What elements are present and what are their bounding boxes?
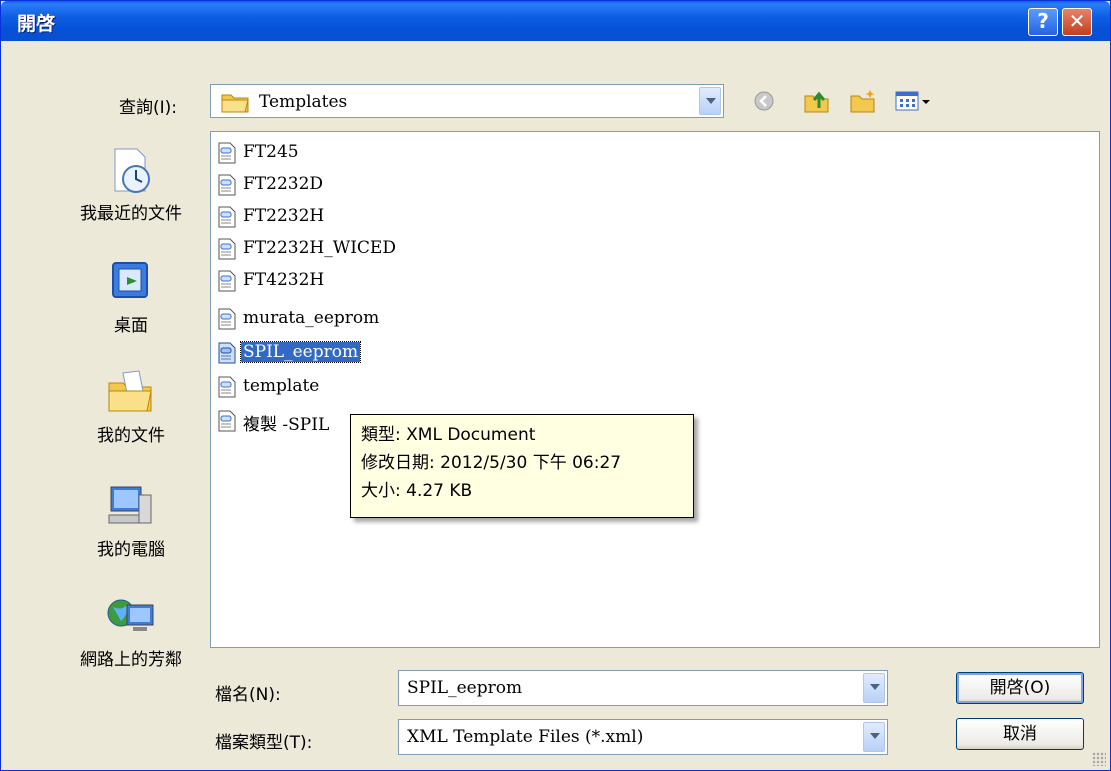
- filetype-dropdown-button[interactable]: [863, 722, 885, 752]
- place-label: 網路上的芳鄰: [80, 650, 182, 670]
- filename-dropdown-button[interactable]: [863, 673, 885, 703]
- xml-file-icon: [218, 174, 236, 196]
- back-icon[interactable]: [751, 88, 779, 114]
- filetype-label: 檔案類型(T):: [215, 733, 313, 753]
- my-documents-icon: [108, 370, 152, 412]
- close-button[interactable]: ✕: [1062, 8, 1092, 36]
- open-button[interactable]: 開啓(O): [956, 672, 1084, 704]
- filetype-value: XML Template Files (*.xml): [407, 727, 644, 747]
- tooltip-modified: 修改日期: 2012/5/30 下午 06:27: [361, 453, 622, 473]
- place-label: 桌面: [114, 316, 148, 336]
- place-label: 我的文件: [97, 426, 165, 446]
- open-file-dialog: 開啓 ? ✕ 查詢(I): Templates 我最近的文件 桌面 我的文件 我…: [0, 0, 1111, 771]
- file-list[interactable]: FT245 FT2232D FT2232H FT2232H_WICED FT42…: [210, 131, 1100, 648]
- help-button[interactable]: ?: [1028, 8, 1058, 36]
- lookin-dropdown-button[interactable]: [699, 87, 721, 115]
- desktop-icon: [112, 262, 148, 298]
- window-title: 開啓: [17, 13, 56, 35]
- xml-file-icon: [218, 342, 236, 364]
- file-name: template: [243, 376, 320, 396]
- network-places-icon: [107, 599, 154, 631]
- filename-combo[interactable]: SPIL_eeprom: [398, 670, 888, 706]
- folder-icon: [221, 94, 249, 113]
- file-name: FT4232H: [243, 270, 325, 290]
- xml-file-icon: [218, 376, 236, 398]
- file-name: FT245: [243, 142, 299, 162]
- up-folder-icon[interactable]: [803, 88, 831, 114]
- file-name: 複製 -SPIL: [243, 415, 330, 435]
- lookin-label: 查詢(I):: [119, 98, 178, 118]
- file-name: murata_eeprom: [243, 308, 380, 328]
- file-name: FT2232H_WICED: [243, 238, 396, 258]
- filetype-combo[interactable]: XML Template Files (*.xml): [398, 719, 888, 755]
- xml-file-icon: [218, 142, 236, 164]
- xml-file-icon: [218, 410, 236, 432]
- file-info-tooltip: 類型: XML Document 修改日期: 2012/5/30 下午 06:2…: [350, 414, 694, 518]
- xml-file-icon: [218, 238, 236, 260]
- place-label: 我的電腦: [97, 540, 165, 560]
- tooltip-type: 類型: XML Document: [361, 425, 536, 445]
- filename-input[interactable]: SPIL_eeprom: [407, 678, 522, 698]
- file-name: FT2232D: [243, 174, 324, 194]
- recent-documents-icon: [114, 148, 150, 193]
- xml-file-icon: [218, 308, 236, 330]
- filename-label: 檔名(N):: [215, 685, 281, 705]
- resize-grip-icon[interactable]: [1092, 752, 1106, 766]
- lookin-combo[interactable]: Templates: [210, 84, 724, 118]
- place-label: 我最近的文件: [80, 204, 182, 224]
- title-bar[interactable]: 開啓 ? ✕: [1, 1, 1110, 41]
- xml-file-icon: [218, 206, 236, 228]
- view-menu-icon[interactable]: [894, 88, 934, 114]
- file-name: FT2232H: [243, 206, 325, 226]
- file-name: SPIL_eeprom: [239, 341, 362, 363]
- new-folder-icon[interactable]: [849, 88, 877, 114]
- cancel-button[interactable]: 取消: [956, 718, 1084, 750]
- my-computer-icon: [108, 486, 152, 524]
- tooltip-size: 大小: 4.27 KB: [361, 481, 473, 501]
- xml-file-icon: [218, 270, 236, 292]
- lookin-value: Templates: [259, 92, 348, 112]
